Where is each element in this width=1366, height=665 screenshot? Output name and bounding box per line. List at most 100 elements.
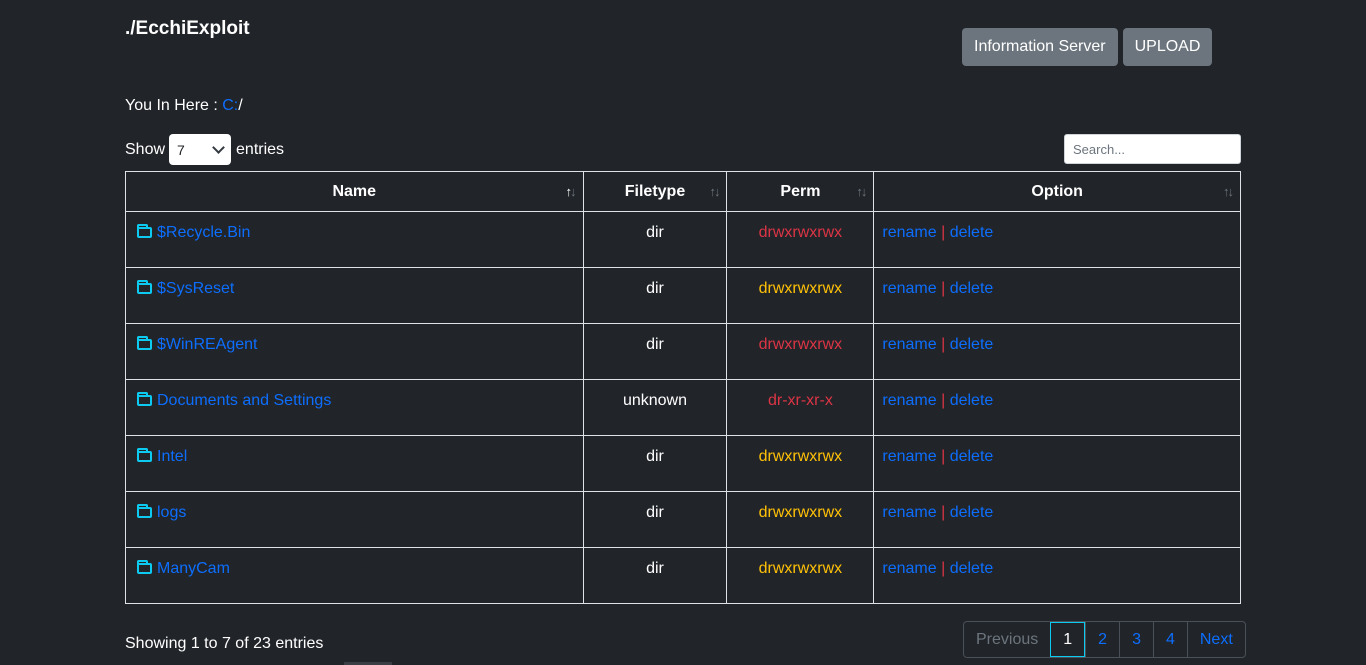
name-cell: Intel: [125, 435, 584, 492]
delete-link[interactable]: delete: [950, 336, 994, 353]
perm-cell: drwxrwxrwx: [726, 211, 875, 268]
column-header-filetype[interactable]: Filetype ↑↓: [582, 171, 728, 212]
file-name-link[interactable]: logs: [157, 504, 186, 521]
rename-link[interactable]: rename: [882, 224, 936, 241]
files-table: Name ↑↓ Filetype ↑↓ Perm ↑↓ Option ↑↓ $Recyc…: [125, 171, 1241, 604]
delete-link[interactable]: delete: [950, 560, 994, 577]
column-header-perm[interactable]: Perm ↑↓: [726, 171, 875, 212]
option-cell: rename | delete: [873, 323, 1241, 380]
current-path: You In Here : C:/: [125, 97, 243, 115]
option-separator: |: [941, 504, 946, 521]
table-row: $Recycle.Bin dir drwxrwxrwx rename | delete: [125, 211, 1241, 268]
table-row: Intel dir drwxrwxrwx rename | delete: [125, 435, 1241, 492]
show-label: Show: [125, 140, 166, 158]
table-row: logs dir drwxrwxrwx rename | delete: [125, 491, 1241, 548]
option-cell: rename | delete: [873, 267, 1241, 324]
upload-button[interactable]: UPLOAD: [1122, 28, 1213, 66]
folder-icon: [137, 448, 152, 462]
rename-link[interactable]: rename: [882, 448, 936, 465]
option-separator: |: [941, 336, 946, 353]
column-header-option[interactable]: Option ↑↓: [873, 171, 1241, 212]
information-server-button[interactable]: Information Server: [962, 28, 1118, 66]
perm-cell: drwxrwxrwx: [726, 267, 875, 324]
name-cell: $Recycle.Bin: [125, 211, 584, 268]
table-row: $WinREAgent dir drwxrwxrwx rename | delete: [125, 323, 1241, 380]
delete-link[interactable]: delete: [950, 448, 994, 465]
perm-value: drwxrwxrwx: [758, 280, 843, 297]
filetype-cell: dir: [582, 267, 728, 324]
pagination-previous[interactable]: Previous: [964, 622, 1050, 657]
table-header-row: Name ↑↓ Filetype ↑↓ Perm ↑↓ Option ↑↓: [125, 171, 1241, 212]
table-info: Showing 1 to 7 of 23 entries: [125, 635, 324, 652]
perm-cell: dr-xr-xr-x: [726, 379, 875, 436]
file-name-link[interactable]: Intel: [157, 448, 187, 465]
pagination-page-3[interactable]: 3: [1119, 622, 1153, 657]
rename-link[interactable]: rename: [882, 504, 936, 521]
sort-icon: ↑↓: [565, 184, 577, 199]
option-separator: |: [941, 448, 946, 465]
folder-icon: [137, 280, 152, 294]
perm-value: drwxrwxrwx: [758, 224, 843, 241]
entries-select[interactable]: 7: [169, 134, 232, 165]
perm-value: drwxrwxrwx: [758, 448, 843, 465]
file-name-link[interactable]: $Recycle.Bin: [157, 224, 250, 241]
filetype-cell: dir: [582, 211, 728, 268]
entries-length-control: Show 7 entries: [125, 134, 284, 165]
delete-link[interactable]: delete: [950, 392, 994, 409]
rename-link[interactable]: rename: [882, 392, 936, 409]
delete-link[interactable]: delete: [950, 280, 994, 297]
column-perm-label: Perm: [780, 182, 821, 200]
perm-value: drwxrwxrwx: [758, 560, 843, 577]
path-separator: /: [238, 97, 243, 114]
name-cell: $SysReset: [125, 267, 584, 324]
option-separator: |: [941, 560, 946, 577]
option-cell: rename | delete: [873, 547, 1241, 604]
option-cell: rename | delete: [873, 379, 1241, 436]
sort-icon: ↑↓: [1223, 184, 1234, 199]
name-cell: $WinREAgent: [125, 323, 584, 380]
perm-cell: drwxrwxrwx: [726, 491, 875, 548]
path-drive-link[interactable]: C:: [222, 97, 238, 114]
file-name-link[interactable]: ManyCam: [157, 560, 230, 577]
file-name-link[interactable]: $WinREAgent: [157, 336, 258, 353]
pagination-page-1[interactable]: 1: [1050, 622, 1086, 657]
pagination-next[interactable]: Next: [1186, 622, 1245, 657]
filetype-cell: dir: [582, 491, 728, 548]
pagination-page-2[interactable]: 2: [1085, 622, 1119, 657]
name-cell: Documents and Settings: [125, 379, 584, 436]
column-filetype-label: Filetype: [624, 182, 686, 200]
perm-cell: drwxrwxrwx: [726, 323, 875, 380]
rename-link[interactable]: rename: [882, 336, 936, 353]
filetype-cell: dir: [582, 435, 728, 492]
folder-icon: [137, 224, 152, 238]
table-row: $SysReset dir drwxrwxrwx rename | delete: [125, 267, 1241, 324]
name-cell: logs: [125, 491, 584, 548]
file-name-link[interactable]: Documents and Settings: [157, 392, 331, 409]
filetype-cell: dir: [582, 323, 728, 380]
perm-cell: drwxrwxrwx: [726, 547, 875, 604]
filetype-cell: unknown: [582, 379, 728, 436]
table-row: ManyCam dir drwxrwxrwx rename | delete: [125, 547, 1241, 604]
path-label: You In Here :: [125, 97, 223, 114]
pagination-page-4[interactable]: 4: [1152, 622, 1187, 657]
name-cell: ManyCam: [125, 547, 584, 604]
app-title[interactable]: ./EcchiExploit: [125, 18, 250, 40]
option-separator: |: [941, 280, 946, 297]
column-header-name[interactable]: Name ↑↓: [125, 171, 584, 212]
sort-icon: ↑↓: [856, 184, 867, 199]
table-row: Documents and Settings unknown dr-xr-xr-x r…: [125, 379, 1241, 436]
search-input[interactable]: [1064, 134, 1241, 164]
file-name-link[interactable]: $SysReset: [157, 280, 234, 297]
option-separator: |: [941, 224, 946, 241]
chevron-down-icon: [212, 141, 225, 154]
rename-link[interactable]: rename: [882, 280, 936, 297]
entries-label: entries: [236, 140, 285, 158]
delete-link[interactable]: delete: [950, 224, 994, 241]
option-separator: |: [941, 392, 946, 409]
delete-link[interactable]: delete: [950, 504, 994, 521]
column-option-label: Option: [1031, 182, 1083, 200]
rename-link[interactable]: rename: [882, 560, 936, 577]
column-name-label: Name: [332, 182, 377, 200]
sort-icon: ↑↓: [709, 184, 720, 199]
perm-cell: drwxrwxrwx: [726, 435, 875, 492]
